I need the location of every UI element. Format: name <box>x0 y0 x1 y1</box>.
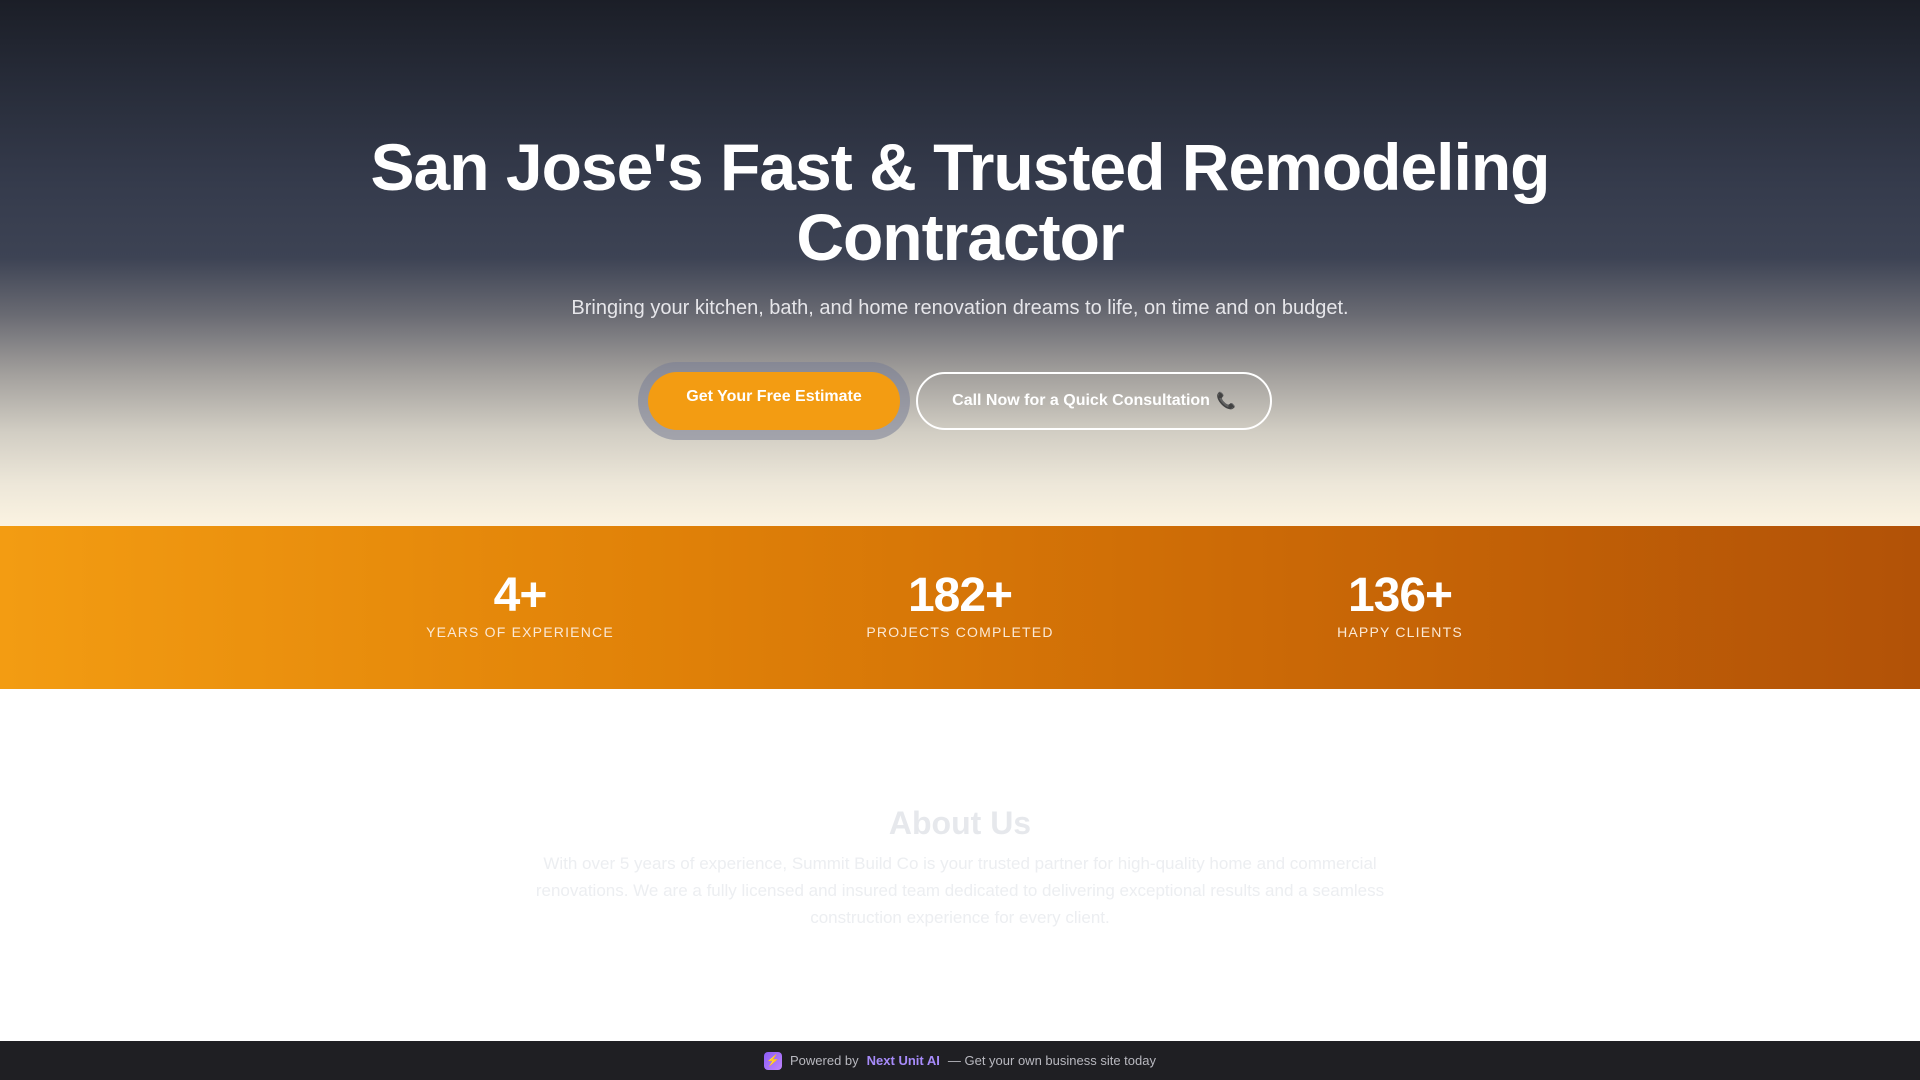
stat-value: 182+ <box>907 569 1013 622</box>
stat-label: PROJECTS COMPLETED <box>866 624 1054 640</box>
about-text: With over 5 years of experience, Summit … <box>535 854 1385 927</box>
stat-clients: 136+ HAPPY CLIENTS <box>1220 526 1580 640</box>
phone-icon: 📞 <box>1215 393 1236 410</box>
stats-bar: 4+ YEARS OF EXPERIENCE 182+ PROJECTS COM… <box>0 526 1920 689</box>
brand-link[interactable]: Next Unit AI <box>867 1053 940 1068</box>
footer-prefix: Powered by <box>790 1053 859 1068</box>
hero-section: San Jose's Fast & Trusted Remodeling Con… <box>0 0 1920 526</box>
footer-suffix: — Get your own business site today <box>947 1053 1156 1068</box>
powered-by-footer: ⚡ Powered by Next Unit AI — Get your own… <box>0 1041 1920 1080</box>
stat-label: YEARS OF EXPERIENCE <box>426 624 614 640</box>
stat-value: 4+ <box>493 569 548 622</box>
about-title: About Us <box>888 805 1032 841</box>
call-now-button[interactable]: Call Now for a Quick Consultation 📞 <box>916 372 1272 430</box>
free-estimate-button[interactable]: Get Your Free Estimate <box>648 372 900 430</box>
stat-label: HAPPY CLIENTS <box>1337 624 1463 640</box>
stat-value: 136+ <box>1347 569 1453 622</box>
stat-projects: 182+ PROJECTS COMPLETED <box>780 526 1140 640</box>
stat-years: 4+ YEARS OF EXPERIENCE <box>340 526 700 640</box>
bolt-icon: ⚡ <box>764 1051 783 1070</box>
call-now-button-label: Call Now for a Quick Consultation <box>952 392 1210 409</box>
hero-subtitle: Bringing your kitchen, bath, and home re… <box>571 297 1349 319</box>
hero-title: San Jose's Fast & Trusted Remodeling Con… <box>370 130 1550 274</box>
about-section: About Us With over 5 years of experience… <box>0 689 1920 1041</box>
free-estimate-button-label: Get Your Free Estimate <box>686 388 862 405</box>
